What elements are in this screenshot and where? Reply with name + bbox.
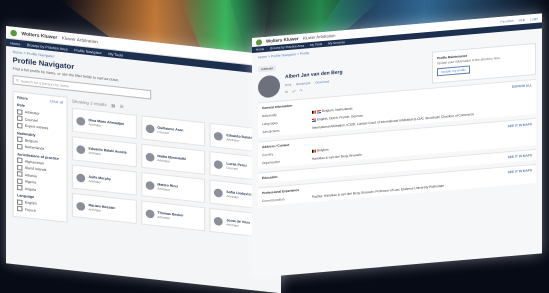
maps-link[interactable]: SEE IT IN MAPS <box>508 153 532 159</box>
avatar <box>145 208 155 219</box>
profile-card[interactable]: Nadia Elmouadhi Arbitrator <box>140 143 206 175</box>
field-value: English, Dutch, French, German <box>317 113 363 122</box>
grid-view-icon[interactable]: ▦ <box>111 102 115 108</box>
filter-option-label: Belgium <box>24 137 38 144</box>
profile-card[interactable]: Dina Marie Ahmadjan Arbitrator <box>72 107 137 139</box>
profile-card[interactable]: Guillaume Aron Counsel <box>140 115 206 147</box>
profile-maintenance-box: Profile Maintenance Update your informat… <box>432 42 536 84</box>
field-label: Nationality <box>262 112 277 119</box>
results-count: Showing 3 results <box>72 97 107 107</box>
filter-option-label: Arbitrator <box>24 109 40 116</box>
section-title: Address / Contact <box>262 142 290 150</box>
belgium-flag-icon <box>312 110 316 114</box>
link-icon[interactable]: ☍ <box>292 89 296 93</box>
update-profile-button[interactable]: Update my profile <box>437 65 470 77</box>
avatar <box>214 131 224 141</box>
login-link[interactable]: Login <box>530 16 538 21</box>
filter-option-label: Albania <box>24 172 37 178</box>
filters-header: Filters <box>17 95 28 101</box>
field-label: Jurisdictions <box>262 128 280 135</box>
checkbox[interactable] <box>17 184 23 191</box>
social-links: ✉ ☍ ↷ <box>285 85 343 94</box>
maps-link[interactable]: SEE IT IN MAPS <box>508 122 532 128</box>
help-link[interactable]: Help <box>519 17 526 22</box>
expand-all-link[interactable]: EXPAND ALL <box>512 83 532 89</box>
filter-option-label: Angola <box>24 186 37 192</box>
filter-option-label: Afghanistan <box>24 158 44 166</box>
checkbox[interactable] <box>17 177 23 184</box>
checkbox[interactable] <box>17 164 23 171</box>
maps-link[interactable]: SEE IT IN MAPS <box>508 168 532 174</box>
checkbox[interactable] <box>17 122 23 129</box>
wolters-kluwer-logo <box>256 38 262 46</box>
checkbox[interactable] <box>17 157 23 164</box>
results-grid: Dina Marie Ahmadjan Arbitrator Guillaume A… <box>72 107 275 240</box>
filter-option-label: Expert witness <box>24 123 49 131</box>
clear-filters-link[interactable]: Clear all <box>50 99 63 105</box>
checkbox[interactable] <box>17 205 23 212</box>
filter-option-label: Algeria <box>24 179 36 185</box>
results-area: Showing 3 results ▦ ☰ Dina Marie Ahmadja… <box>72 97 275 245</box>
avatar <box>76 116 86 126</box>
section-title: Education <box>262 174 278 181</box>
filter-option-label: Counsel <box>24 116 39 123</box>
filter-option-label: Åland Islands <box>24 165 47 173</box>
checkbox[interactable] <box>17 143 23 150</box>
search-icon: ⚲ <box>15 78 19 83</box>
section-title: Professional Experience <box>262 188 300 196</box>
profile-card[interactable]: Matteo Ricci Arbitrator <box>140 171 206 204</box>
field-label: Languages <box>262 120 278 127</box>
avatar <box>258 74 280 99</box>
section-title: General Information <box>262 103 293 111</box>
avatar <box>76 144 86 154</box>
search-placeholder: Search for a person by name <box>20 78 69 88</box>
list-view-icon[interactable]: ☰ <box>120 103 124 109</box>
field-label: Current position <box>262 197 285 204</box>
belgium-flag-icon <box>312 149 316 153</box>
avatar <box>145 123 155 133</box>
favorites-link[interactable]: Favorites <box>501 18 514 23</box>
brand-name: Wolters Kluwer <box>21 30 58 41</box>
avatar <box>214 187 224 198</box>
role-chip: Arbitrator <box>258 64 277 73</box>
profile-navigator-window: Wolters Kluwer Kluwer Arbitration Home B… <box>6 26 281 293</box>
field-label: Organisation <box>262 159 281 166</box>
nav-my-tools[interactable]: My Tools <box>108 51 123 57</box>
avatar <box>214 159 224 169</box>
profile-card[interactable]: Eduardo Balaki Acosta Arbitrator <box>72 136 137 168</box>
avatar <box>76 201 86 211</box>
nav-home[interactable]: Home <box>256 47 264 52</box>
field-value: Belgium <box>317 147 329 153</box>
language-flag-icon <box>312 118 316 122</box>
app-name: Kluwer Arbitration <box>61 35 98 45</box>
wolters-kluwer-logo <box>10 29 17 37</box>
filters-panel: Filters Clear all Role Arbitrator Counsel… <box>12 90 68 223</box>
profile-card[interactable]: Mariam Hossain Arbitrator <box>72 192 137 224</box>
filter-option-label: Netherlands <box>24 144 45 151</box>
checkbox[interactable] <box>17 136 23 143</box>
profile-card[interactable]: Aoife Murphy Arbitrator <box>72 164 137 196</box>
netherlands-flag-icon <box>317 109 321 114</box>
avatar <box>145 151 155 162</box>
filter-option-label: English <box>24 200 37 206</box>
download-button[interactable]: Download <box>315 79 329 84</box>
print-button[interactable]: Print <box>285 83 291 88</box>
avatar <box>76 172 86 183</box>
filter-option-label: French <box>24 207 36 213</box>
field-value: Belgium, Netherlands <box>322 106 353 114</box>
checkbox[interactable] <box>17 115 23 122</box>
checkbox[interactable] <box>17 198 23 205</box>
profile-detail-window: Wolters Kluwer Kluwer Arbitration Favori… <box>252 13 542 278</box>
avatar <box>145 180 155 190</box>
bookmark-button[interactable]: Bookmark <box>296 81 310 86</box>
checkbox[interactable] <box>17 171 23 177</box>
field-label: Country <box>262 152 274 158</box>
share-icon[interactable]: ↷ <box>299 89 302 93</box>
avatar <box>214 216 224 226</box>
profile-card[interactable]: Thomas Becker Arbitrator <box>140 200 206 232</box>
checkbox[interactable] <box>17 108 23 115</box>
nav-home[interactable]: Home <box>10 41 20 46</box>
email-icon[interactable]: ✉ <box>285 90 288 94</box>
